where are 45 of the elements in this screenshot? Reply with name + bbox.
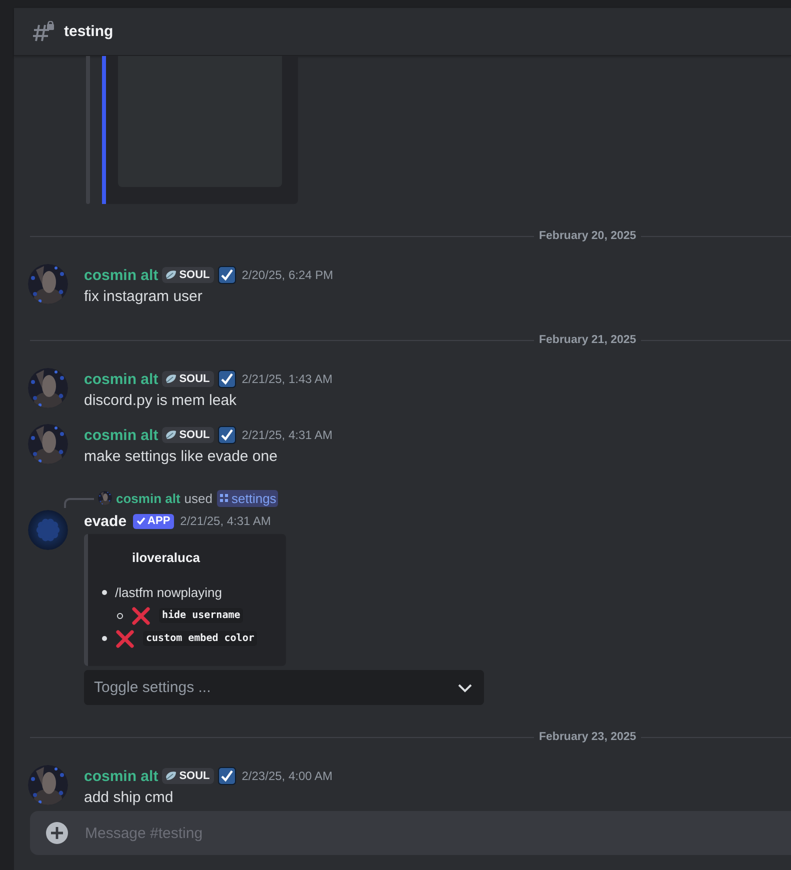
list-text: /lastfm nowplaying	[115, 585, 222, 600]
bullet-icon	[102, 636, 107, 641]
date-divider: February 20, 2025	[538, 230, 638, 242]
check-icon	[136, 516, 146, 526]
bullet-icon	[102, 590, 107, 595]
author-name[interactable]: cosmin alt	[84, 266, 158, 284]
message-text: add ship cmd	[84, 788, 174, 808]
bullet-icon	[117, 612, 123, 618]
avatar-icon	[28, 510, 68, 550]
author-name[interactable]: cosmin alt	[84, 768, 158, 784]
message-text: fix instagram user	[84, 287, 204, 307]
timestamp: 2/20/25, 6:24 PM	[242, 268, 334, 282]
settings-dropdown[interactable]: Toggle settings ...	[84, 670, 484, 705]
date-divider: February 23, 2025	[538, 731, 638, 743]
add-icon[interactable]	[45, 821, 69, 845]
timestamp: 2/21/25, 1:43 AM	[242, 372, 332, 386]
leaf-icon	[165, 770, 178, 782]
reply-verb: used	[184, 490, 212, 506]
command-link[interactable]: settings	[216, 490, 278, 506]
date-divider: February 21, 2025	[538, 334, 638, 346]
role-tag: SOUL	[162, 371, 214, 387]
role-tag: SOUL	[162, 267, 214, 283]
leaf-icon	[165, 373, 178, 385]
channel-name: testing	[64, 23, 114, 40]
message-text: make settings like evade one	[84, 447, 278, 467]
role-tag: SOUL	[162, 768, 214, 784]
setting-code: custom embed color	[143, 631, 258, 646]
reply-line	[64, 498, 94, 508]
embed-title: iloveraluca	[131, 550, 201, 565]
timestamp: 2/21/25, 4:31 AM	[180, 514, 271, 528]
setting-code: hide username	[159, 608, 244, 623]
message-composer[interactable]: Message #testing	[30, 811, 791, 855]
author-name[interactable]: cosmin alt	[116, 490, 180, 506]
leaf-icon	[165, 429, 178, 441]
timestamp: 2/23/25, 4:00 AM	[242, 769, 332, 783]
author-name[interactable]: cosmin alt	[84, 370, 158, 388]
app-badge: APP	[132, 514, 174, 528]
message-text: discord.py is mem leak	[84, 391, 238, 411]
role-tag: SOUL	[162, 427, 214, 443]
author-name[interactable]: evade	[84, 512, 127, 530]
leaf-icon	[165, 269, 178, 281]
grid-icon	[218, 493, 228, 503]
message-field[interactable]: Message #testing	[85, 824, 791, 842]
author-name[interactable]: cosmin alt	[84, 426, 158, 444]
timestamp: 2/21/25, 4:31 AM	[242, 428, 332, 442]
